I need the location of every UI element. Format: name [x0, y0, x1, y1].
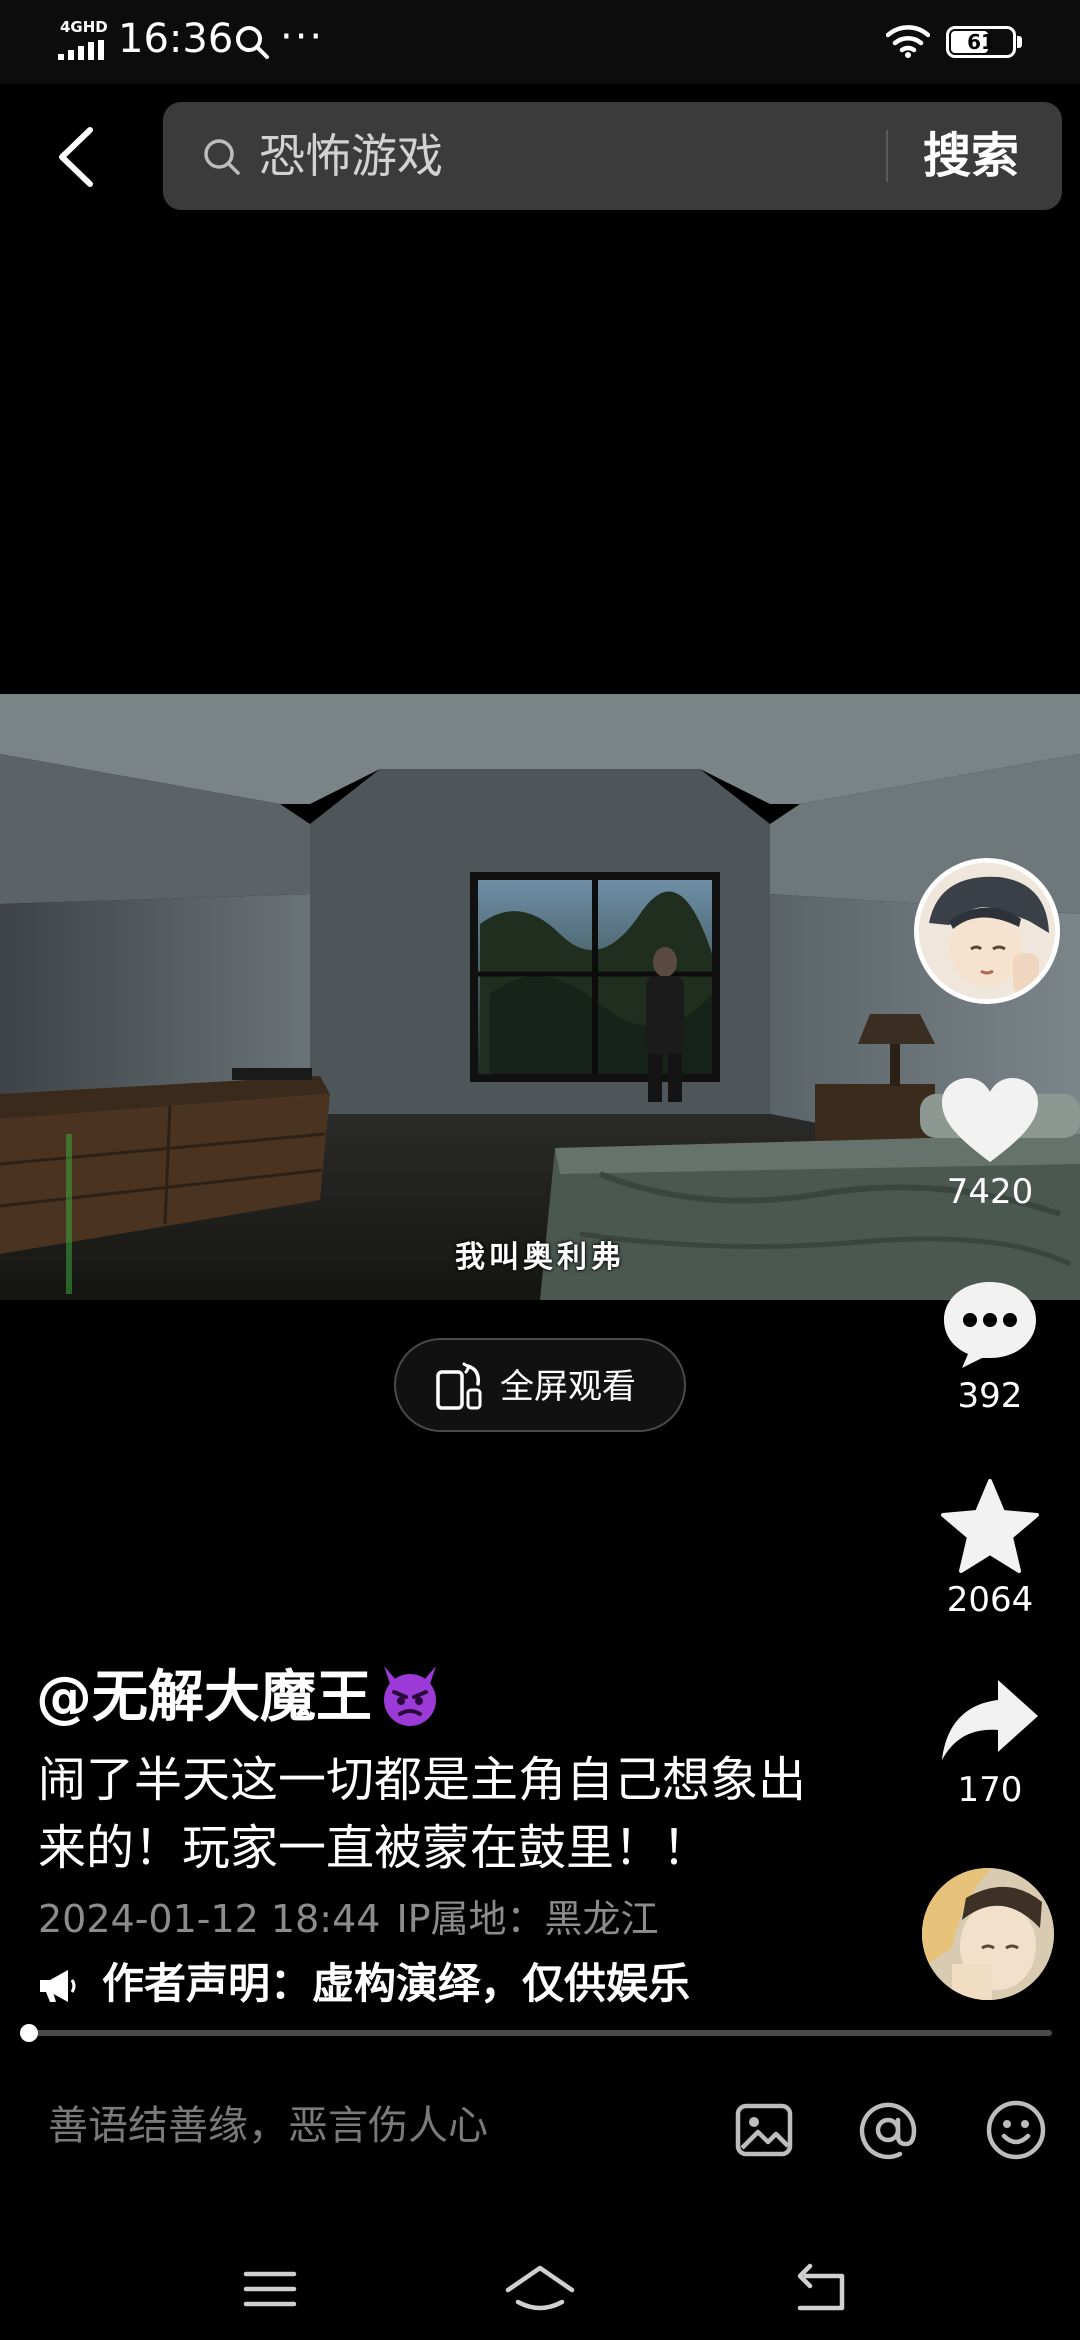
like-count: 7420	[946, 1172, 1034, 1212]
heart-icon	[942, 1078, 1038, 1162]
post-description: 闹了半天这一切都是主角自己想象出来的！玩家一直被蒙在鼓里！！	[38, 1752, 807, 1876]
more-notifications-icon: ···	[280, 14, 325, 60]
search-input[interactable]: 恐怖游戏	[259, 126, 1009, 186]
post-datetime: 2024-01-12 18:44	[38, 1897, 381, 1941]
battery-icon: 61	[946, 26, 1022, 58]
system-navigation-bar	[0, 2236, 1080, 2340]
search-notification-icon	[236, 26, 269, 59]
battery-level: 61	[967, 30, 995, 54]
network-type: 4GHD	[60, 18, 108, 36]
sound-avatar-image	[922, 1868, 1054, 2000]
search-button[interactable]: 搜索	[923, 124, 1043, 188]
clock: 16:36	[118, 16, 234, 62]
favorite-button[interactable]: 2064	[920, 1478, 1060, 1620]
post-meta: 2024-01-12 18:44 IP属地：黑龙江	[38, 1892, 659, 1946]
declaration-text: 作者声明：虚构演绎，仅供娱乐	[102, 1959, 691, 2008]
star-icon	[941, 1479, 1039, 1573]
author-avatar-image	[919, 863, 1055, 999]
share-button[interactable]: 170	[920, 1676, 1060, 1810]
megaphone-icon	[40, 1970, 76, 2002]
like-button[interactable]: 7420	[920, 1076, 1060, 1212]
rotate-screen-icon	[436, 1362, 482, 1410]
video-player[interactable]: 我叫奥利弗	[0, 694, 1080, 1300]
status-bar: 4GHD 16:36 ··· 61	[0, 0, 1080, 84]
original-sound-avatar[interactable]	[922, 1868, 1054, 2000]
comment-input[interactable]: 善语结善缘，恶言伤人心	[48, 2094, 688, 2158]
comment-count: 392	[957, 1376, 1023, 1416]
share-arrow-icon	[942, 1680, 1038, 1760]
cellular-signal-icon: 4GHD	[58, 18, 108, 60]
search-icon	[204, 139, 240, 175]
video-frame	[0, 694, 1080, 1300]
ip-location: IP属地：黑龙江	[396, 1897, 659, 1941]
progress-handle[interactable]	[20, 2024, 38, 2042]
wifi-icon	[886, 25, 930, 58]
favorite-count: 2064	[946, 1580, 1034, 1620]
emoji-icon[interactable]	[984, 2098, 1048, 2162]
comment-bubble-icon	[944, 1282, 1036, 1368]
share-count: 170	[957, 1770, 1023, 1810]
fullscreen-button[interactable]: 全屏观看	[394, 1338, 686, 1432]
author-avatar[interactable]	[914, 858, 1060, 1004]
mention-at-icon[interactable]	[856, 2098, 920, 2162]
home-icon[interactable]	[500, 2254, 580, 2324]
fullscreen-label: 全屏观看	[500, 1367, 636, 1407]
author-name[interactable]: @无解大魔王	[36, 1660, 444, 1733]
search-divider	[886, 130, 888, 182]
video-progress-bar[interactable]	[26, 2030, 1052, 2036]
comment-button[interactable]: 392	[920, 1278, 1060, 1416]
menu-icon[interactable]	[230, 2254, 310, 2324]
search-bar[interactable]: 恐怖游戏 搜索	[163, 102, 1062, 210]
screen: 4GHD 16:36 ··· 61 恐怖游戏 搜索 我叫奥利弗 全屏观看 742…	[0, 0, 1080, 2340]
devil-emoji-icon	[384, 1666, 436, 1726]
back-button[interactable]	[50, 122, 106, 192]
image-icon[interactable]	[732, 2098, 796, 2162]
video-subtitle: 我叫奥利弗	[455, 1240, 625, 1275]
back-nav-icon[interactable]	[782, 2254, 862, 2324]
author-handle: @无解大魔王	[36, 1665, 372, 1730]
